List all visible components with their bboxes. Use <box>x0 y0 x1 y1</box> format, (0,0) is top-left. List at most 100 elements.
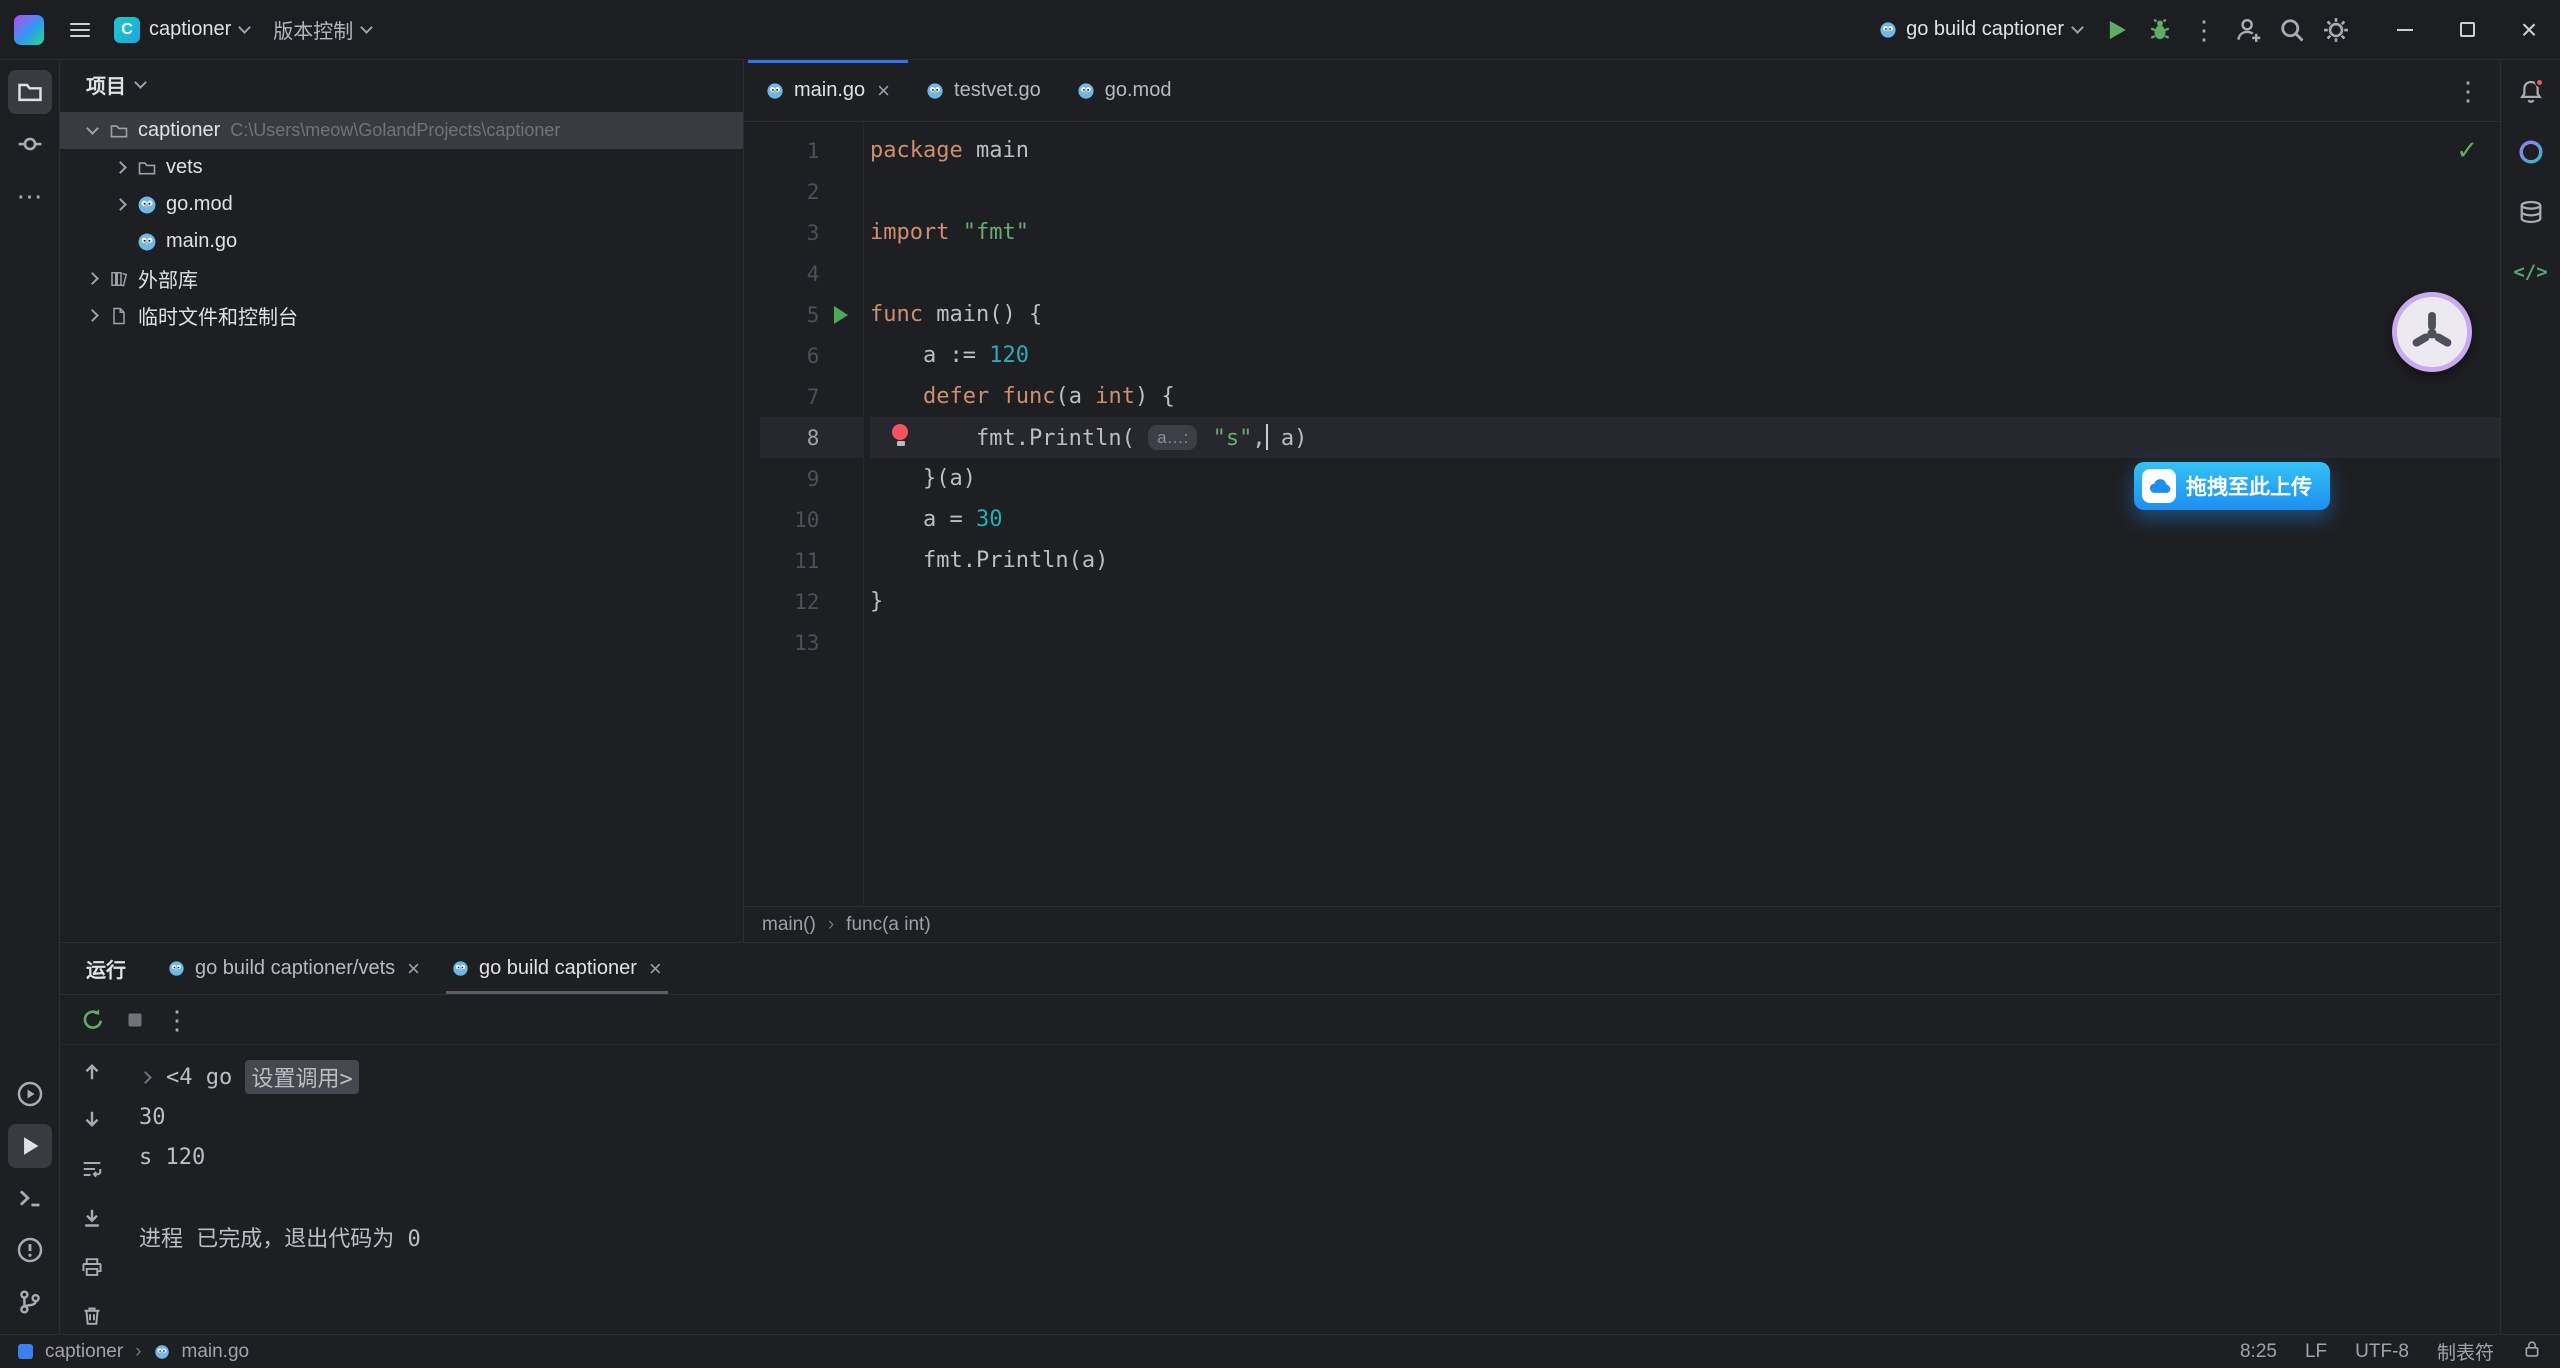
problems-tool-icon[interactable] <box>8 1228 52 1272</box>
chevron-down-icon[interactable] <box>80 128 104 133</box>
close-button[interactable]: × <box>2498 0 2560 59</box>
run-button[interactable] <box>2094 8 2138 52</box>
code-line[interactable]: fmt.Println( a…: "s", a) <box>870 417 2500 458</box>
run-gutter-icon[interactable] <box>834 306 848 324</box>
more-tools-icon[interactable]: ⋯ <box>8 174 52 218</box>
tab-go-mod[interactable]: go.mod <box>1059 60 1190 121</box>
search-icon[interactable] <box>2270 8 2314 52</box>
breadcrumb-item[interactable]: main() <box>762 914 816 936</box>
code-line[interactable]: package main <box>870 130 2500 171</box>
tree-item-path: C:\Users\meow\GolandProjects\captioner <box>230 120 560 141</box>
chevron-right-icon[interactable] <box>108 200 132 209</box>
tab-label: main.go <box>794 79 865 102</box>
project-tool-icon[interactable] <box>8 70 52 114</box>
tree-item-captioner[interactable]: captionerC:\Users\meow\GolandProjects\ca… <box>60 112 743 149</box>
goland-logo-icon[interactable] <box>14 15 44 45</box>
debug-button[interactable] <box>2138 8 2182 52</box>
tab-testvet-go[interactable]: testvet.go <box>908 60 1059 121</box>
chevron-right-icon[interactable] <box>108 163 132 172</box>
run-tab-captioner-vets[interactable]: go build captioner/vets × <box>152 943 436 994</box>
close-icon[interactable]: × <box>877 78 890 104</box>
notification-dot <box>2535 78 2544 87</box>
print-icon[interactable] <box>74 1249 110 1285</box>
tab-main-go[interactable]: main.go × <box>748 60 908 121</box>
hamburger-menu-icon[interactable] <box>58 8 102 52</box>
code-line[interactable]: import "fmt" <box>870 212 2500 253</box>
console-line[interactable]: 进程 已完成，退出代码为 0 <box>139 1217 2500 1257</box>
statusbar-file[interactable]: main.go <box>182 1341 250 1363</box>
statusbar-project[interactable]: captioner <box>45 1341 123 1363</box>
code-line[interactable] <box>870 253 2500 294</box>
line-number: 4 <box>760 262 819 286</box>
tab-options-icon[interactable]: ⋮ <box>2446 69 2490 113</box>
gutter-line: 8 <box>760 417 863 458</box>
commit-tool-icon[interactable] <box>8 122 52 166</box>
project-panel-header[interactable]: 项目 <box>60 60 743 108</box>
tree-item-go-mod[interactable]: go.mod <box>60 186 743 223</box>
inspection-ok-icon[interactable]: ✓ <box>2456 136 2478 166</box>
next-occurrence-icon[interactable] <box>74 1102 110 1138</box>
code-area[interactable]: 12345678910111213 package mainimport "fm… <box>744 122 2500 906</box>
endpoints-icon[interactable]: </> <box>2509 250 2553 294</box>
capture-overlay-badge[interactable] <box>2392 292 2472 372</box>
run-panel-title[interactable]: 运行 <box>86 954 126 983</box>
chevron-down-icon <box>360 21 373 34</box>
tree-item-vets[interactable]: vets <box>60 149 743 186</box>
prev-occurrence-icon[interactable] <box>74 1053 110 1089</box>
run-config-widget[interactable]: go build captioner <box>1867 10 2094 49</box>
run-tool-icon[interactable] <box>8 1124 52 1168</box>
close-icon[interactable]: × <box>407 956 420 982</box>
console-text: 进程 已完成，退出代码为 0 <box>139 1221 421 1253</box>
code-line[interactable]: defer func(a int) { <box>870 376 2500 417</box>
quickfix-bulb-icon[interactable] <box>892 424 909 446</box>
code-line[interactable]: func main() { <box>870 294 2500 335</box>
console-line[interactable]: s 120 <box>139 1137 2500 1177</box>
code-line[interactable]: fmt.Println(a) <box>870 540 2500 581</box>
vcs-widget[interactable]: 版本控制 <box>261 7 383 52</box>
database-icon[interactable] <box>2509 190 2553 234</box>
line-ending[interactable]: LF <box>2305 1341 2327 1363</box>
fold-chevron-icon[interactable] <box>139 1071 152 1084</box>
chevron-right-icon[interactable] <box>80 274 104 283</box>
tree-item-main-go[interactable]: main.go <box>60 223 743 260</box>
breadcrumb-item[interactable]: func(a int) <box>846 914 930 936</box>
lock-icon[interactable] <box>2522 1339 2542 1365</box>
scroll-to-end-icon[interactable] <box>74 1200 110 1236</box>
soft-wrap-icon[interactable] <box>74 1151 110 1187</box>
project-panel: 项目 captionerC:\Users\meow\GolandProjects… <box>60 60 744 942</box>
rerun-icon[interactable] <box>74 1001 112 1039</box>
maximize-button[interactable] <box>2436 0 2498 59</box>
git-tool-icon[interactable] <box>8 1280 52 1324</box>
chevron-right-icon[interactable] <box>80 311 104 320</box>
more-actions-icon[interactable]: ⋮ <box>2182 8 2226 52</box>
console-more-icon[interactable]: ⋮ <box>158 1001 196 1039</box>
console-output[interactable]: <4 go 设置调用>30s 120 进程 已完成，退出代码为 0 <box>124 1045 2500 1334</box>
code-line[interactable] <box>870 171 2500 212</box>
code-line[interactable]: } <box>870 581 2500 622</box>
code-line[interactable]: a := 120 <box>870 335 2500 376</box>
ai-assistant-icon[interactable] <box>2509 130 2553 174</box>
add-user-icon[interactable] <box>2226 8 2270 52</box>
indent-style[interactable]: 制表符 <box>2437 1338 2494 1365</box>
file-encoding[interactable]: UTF-8 <box>2355 1341 2409 1363</box>
code-line[interactable] <box>870 622 2500 663</box>
console-line[interactable]: <4 go 设置调用> <box>139 1057 2500 1097</box>
terminal-tool-icon[interactable] <box>8 1176 52 1220</box>
run-tab-captioner[interactable]: go build captioner × <box>436 943 678 994</box>
console-line[interactable] <box>139 1177 2500 1217</box>
upload-drop-button[interactable]: 拖拽至此上传 <box>2134 462 2330 510</box>
left-tool-strip: ⋯ <box>0 60 60 1334</box>
project-widget[interactable]: C captioner <box>102 9 261 51</box>
stop-icon[interactable] <box>116 1001 154 1039</box>
services-tool-icon[interactable] <box>8 1072 52 1116</box>
notifications-bell-icon[interactable] <box>2509 70 2553 114</box>
tree-item-临时文件和控制台[interactable]: 临时文件和控制台 <box>60 297 743 334</box>
go-file-icon <box>1879 21 1897 39</box>
console-line[interactable]: 30 <box>139 1097 2500 1137</box>
minimize-button[interactable] <box>2374 0 2436 59</box>
settings-gear-icon[interactable] <box>2314 8 2358 52</box>
tree-item-外部库[interactable]: 外部库 <box>60 260 743 297</box>
caret-position[interactable]: 8:25 <box>2240 1341 2277 1363</box>
clear-console-icon[interactable] <box>74 1298 110 1334</box>
close-icon[interactable]: × <box>649 956 662 982</box>
